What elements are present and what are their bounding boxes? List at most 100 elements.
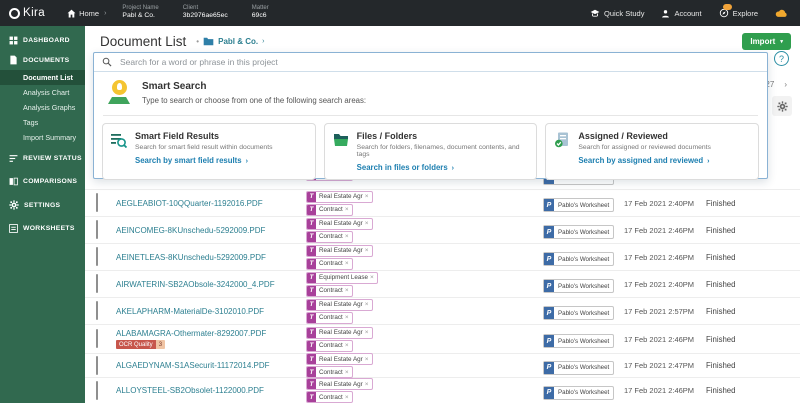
- sidebar-item-analysis-chart[interactable]: Analysis Chart: [0, 85, 85, 100]
- document-link[interactable]: ALGAEDYNAM-S1ASecurit-11172014.PDF: [116, 361, 270, 370]
- remove-tag-icon[interactable]: ×: [365, 301, 372, 308]
- kira-logo[interactable]: Kira: [0, 7, 53, 19]
- project-name-meta: Project Name Pabl & Co.: [122, 5, 158, 22]
- remove-tag-icon[interactable]: ×: [365, 329, 372, 336]
- remove-tag-icon[interactable]: ×: [345, 314, 352, 321]
- explore-button[interactable]: Explore: [719, 8, 758, 18]
- worksheet-badge[interactable]: PPablo's Worksheet: [543, 279, 614, 293]
- smart-field-results-card[interactable]: Smart Field Results Search for smart fie…: [102, 123, 316, 180]
- sidebar-item-settings[interactable]: SETTINGS: [0, 195, 85, 215]
- tag-icon: T: [307, 300, 316, 310]
- tag-chip: TReal Estate Agr×: [306, 327, 373, 339]
- search-by-smart-field-link[interactable]: Search by smart field results›: [135, 156, 273, 165]
- remove-tag-icon[interactable]: ×: [365, 356, 372, 363]
- remove-tag-icon[interactable]: ×: [345, 260, 352, 267]
- search-in-files-link[interactable]: Search in files or folders›: [357, 163, 529, 172]
- import-label: Import: [750, 37, 775, 46]
- card-description: Search for folders, filenames, document …: [357, 144, 529, 158]
- sidebar-item-review-status[interactable]: REVIEW STATUS: [0, 149, 85, 168]
- remove-tag-icon[interactable]: ×: [345, 233, 352, 240]
- worksheet-badge[interactable]: PPablo's Worksheet: [543, 306, 614, 320]
- table-row: AKELAPHARM-MaterialDe-3102010.PDF TReal …: [85, 298, 800, 325]
- cloud-icon[interactable]: [775, 8, 788, 18]
- assigned-reviewed-card[interactable]: Assigned / Reviewed Search for assigned …: [545, 123, 759, 180]
- tag-icon: T: [307, 313, 316, 323]
- document-link[interactable]: ALABAMAGRA-Othermater-8292007.PDF: [116, 329, 266, 338]
- remove-tag-icon[interactable]: ×: [345, 287, 352, 294]
- remove-tag-icon[interactable]: ×: [345, 394, 352, 401]
- account-button[interactable]: Account: [661, 9, 701, 18]
- quick-study-button[interactable]: Quick Study: [590, 9, 644, 18]
- row-checkbox[interactable]: [96, 381, 98, 400]
- sidebar-item-analysis-graphs[interactable]: Analysis Graphs: [0, 100, 85, 115]
- sidebar-item-document-list[interactable]: Document List: [0, 70, 85, 85]
- worksheet-icon: P: [544, 280, 554, 292]
- tag-chip: TReal Estate Agr×: [306, 191, 373, 203]
- notification-badge: [723, 4, 732, 10]
- remove-tag-icon[interactable]: ×: [365, 381, 372, 388]
- status-cell: Finished: [706, 253, 800, 262]
- status-cell: Finished: [706, 335, 800, 344]
- document-icon: [9, 55, 18, 65]
- worksheet-badge[interactable]: PPablo's Worksheet: [543, 252, 614, 266]
- card-title: Assigned / Reviewed: [578, 131, 711, 141]
- row-checkbox[interactable]: [96, 329, 98, 348]
- breadcrumb[interactable]: • Pabl & Co. ›: [196, 37, 264, 46]
- tag-icon: T: [307, 286, 316, 296]
- sidebar-item-documents[interactable]: DOCUMENTS: [0, 50, 85, 70]
- breadcrumb-project-link[interactable]: Pabl & Co.: [218, 37, 258, 46]
- home-button[interactable]: Home ›: [67, 9, 106, 18]
- import-button[interactable]: Import ▾: [742, 33, 791, 50]
- worksheet-badge[interactable]: PPablo's Worksheet: [543, 386, 614, 400]
- document-link[interactable]: AEINCOMEG-8KUnschedu-5292009.PDF: [116, 226, 265, 235]
- worksheet-badge[interactable]: PPablo's Worksheet: [543, 225, 614, 239]
- remove-tag-icon[interactable]: ×: [365, 247, 372, 254]
- remove-tag-icon[interactable]: ×: [365, 220, 372, 227]
- row-checkbox[interactable]: [96, 193, 98, 212]
- table-row: ALLOYSTEEL-SB2Obsolet-1122000.PDF TReal …: [85, 378, 800, 403]
- worksheet-badge[interactable]: PPablo's Worksheet: [543, 198, 614, 212]
- sidebar-item-dashboard[interactable]: DASHBOARD: [0, 31, 85, 50]
- sidebar-item-import-summary[interactable]: Import Summary: [0, 130, 85, 145]
- assigned-reviewed-icon: [554, 131, 570, 172]
- sidebar-item-comparisons[interactable]: COMPARISONS: [0, 172, 85, 191]
- comparisons-icon: [9, 177, 18, 186]
- row-checkbox[interactable]: [96, 301, 98, 320]
- tag-chip: TContract×: [306, 285, 353, 297]
- tag-icon: T: [307, 232, 316, 242]
- files-folders-card[interactable]: Files / Folders Search for folders, file…: [324, 123, 538, 180]
- next-page-icon[interactable]: ›: [784, 80, 787, 89]
- remove-tag-icon[interactable]: ×: [345, 369, 352, 376]
- row-checkbox[interactable]: [96, 356, 98, 375]
- bullet-separator: •: [196, 37, 199, 46]
- gear-icon: [777, 101, 788, 112]
- remove-tag-icon[interactable]: ×: [345, 342, 352, 349]
- help-button[interactable]: ?: [774, 51, 789, 66]
- search-input[interactable]: [118, 56, 759, 68]
- worksheet-badge[interactable]: PPablo's Worksheet: [543, 334, 614, 348]
- remove-tag-icon[interactable]: ×: [345, 206, 352, 213]
- sidebar-item-tags[interactable]: Tags: [0, 115, 85, 130]
- document-link[interactable]: ALLOYSTEEL-SB2Obsolet-1122000.PDF: [116, 386, 264, 395]
- date-cell: 17 Feb 2021 2:46PM: [624, 335, 706, 344]
- tag-icon: T: [307, 367, 316, 377]
- top-bar: Kira Home › Project Name Pabl & Co. Clie…: [0, 0, 800, 26]
- page-header: Document List • Pabl & Co. ›: [85, 26, 800, 49]
- worksheet-badge[interactable]: PPablo's Worksheet: [543, 361, 614, 375]
- document-link[interactable]: AKELAPHARM-MaterialDe-3102010.PDF: [116, 307, 264, 316]
- date-cell: 17 Feb 2021 2:40PM: [624, 280, 706, 289]
- search-by-assigned-link[interactable]: Search by assigned and reviewed›: [578, 156, 711, 165]
- date-cell: 17 Feb 2021 2:40PM: [624, 199, 706, 208]
- row-checkbox[interactable]: [96, 247, 98, 266]
- client-meta: Client 3b2976ae65ec: [183, 5, 228, 22]
- row-checkbox[interactable]: [96, 274, 98, 293]
- document-link[interactable]: AEGLEABIOT-10QQuarter-1192016.PDF: [116, 199, 263, 208]
- remove-tag-icon[interactable]: ×: [365, 193, 372, 200]
- document-link[interactable]: AEINETLEAS-8KUnschedu-5292009.PDF: [116, 253, 266, 262]
- gear-icon: [9, 200, 19, 210]
- remove-tag-icon[interactable]: ×: [370, 274, 377, 281]
- document-link[interactable]: AIRWATERIN-SB2AObsole-3242000_4.PDF: [116, 280, 275, 289]
- row-checkbox[interactable]: [96, 220, 98, 239]
- table-settings-button[interactable]: [772, 96, 792, 116]
- sidebar-item-worksheets[interactable]: WORKSHEETS: [0, 219, 85, 238]
